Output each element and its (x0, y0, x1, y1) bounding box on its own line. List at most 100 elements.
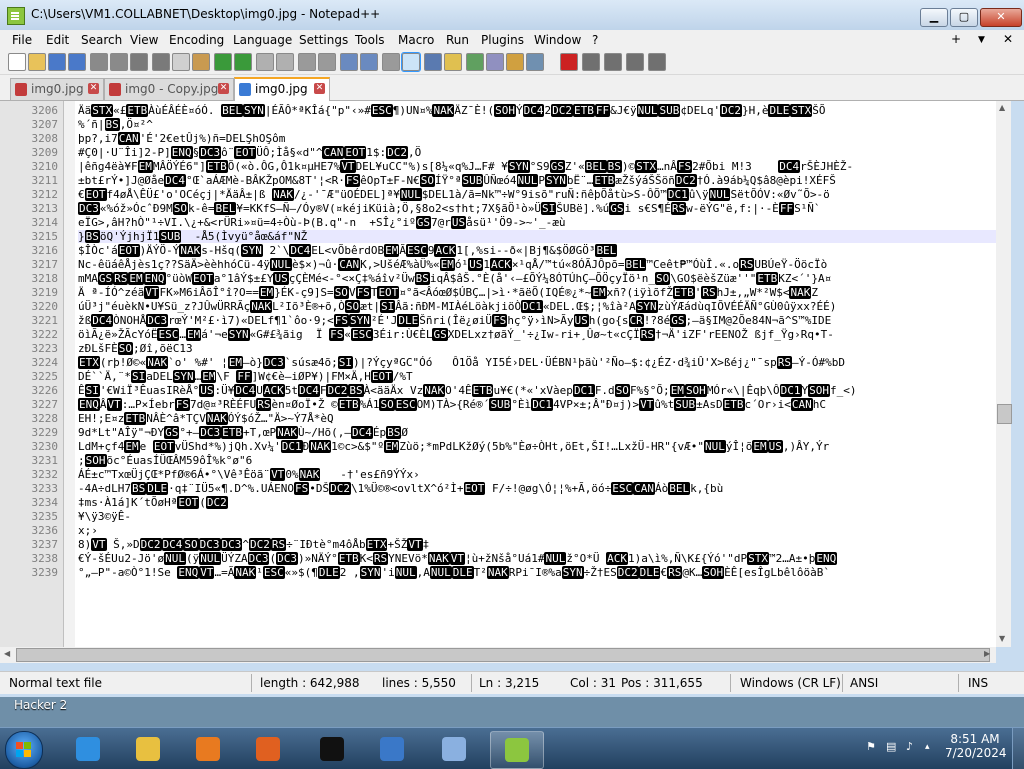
undo-icon[interactable] (214, 53, 232, 71)
code-line[interactable]: mMAGS RS EM ENQ°üòWEOTa°1âÝ$±£YUSçÇÈMé<-°<×… (78, 272, 831, 285)
folder-workspace-icon[interactable] (506, 53, 524, 71)
system-clock[interactable]: 8:51 AM 7/20/2024 (945, 732, 1007, 760)
windows-explorer-taskbar-button[interactable] (122, 731, 174, 767)
play-macro-icon[interactable] (604, 53, 622, 71)
menu-settings[interactable]: Settings (299, 33, 348, 47)
paint-taskbar-button[interactable] (428, 731, 480, 767)
code-line[interactable]: ÁÉ±c™TxœÜjÇŒ*PfØ®6Á•°\Vê³Êöã¨VT0%NAK -†'… (78, 468, 420, 481)
paste-icon[interactable] (192, 53, 210, 71)
menu-edit[interactable]: Edit (46, 33, 69, 47)
word-wrap-icon[interactable] (382, 53, 400, 71)
status-insert-mode[interactable]: INS (968, 676, 988, 690)
code-line[interactable]: LdM+çf4EMe EOTvÜShd*%)jQh.Xv¼'DC1ÐNAK1©c… (78, 440, 829, 453)
code-line[interactable]: ¥\ÿ3©ÿÊ- (78, 510, 131, 523)
menu-tools[interactable]: Tools (355, 33, 385, 47)
scroll-up-icon[interactable]: ▲ (999, 103, 1005, 112)
save-icon[interactable] (48, 53, 66, 71)
tab-img0-active[interactable]: img0.jpg ✕ (234, 77, 330, 101)
code-line[interactable]: #Ç0|·U¨Îi]2-P]ENQ§DC3ô¨EOTÜÔ;Ìå§«d"^CAN E… (78, 146, 421, 159)
open-file-icon[interactable] (28, 53, 46, 71)
play-multiple-icon[interactable] (626, 53, 644, 71)
code-line[interactable]: þp?,i7CAN'É'2€etÛj%)ñ=DELŞhOŞôm (78, 132, 285, 145)
zoom-in-icon[interactable] (298, 53, 316, 71)
menu-language[interactable]: Language (233, 33, 292, 47)
close-all-icon[interactable] (110, 53, 128, 71)
action-center-flag-icon[interactable]: ⚑ (866, 740, 876, 753)
title-bar[interactable]: C:\Users\VM1.COLLABNET\Desktop\img0.jpg … (0, 0, 1024, 30)
udl-icon[interactable] (444, 53, 462, 71)
network-icon[interactable]: ▤ (886, 740, 896, 753)
code-line[interactable]: zÐLšFÈSO;Øî,õëC13 (78, 342, 193, 355)
scroll-down-icon[interactable]: ▼ (999, 634, 1005, 643)
new-tab-plus-button[interactable]: + (951, 32, 961, 46)
code-line[interactable]: ±bt£rÝ•]J@ØåeDC4°Œ`aÁÆMè-BÂKŽpOM&8T'¦<R·… (78, 174, 836, 187)
close-window-button[interactable]: ✕ (980, 8, 1022, 27)
redo-icon[interactable] (234, 53, 252, 71)
new-file-icon[interactable] (8, 53, 26, 71)
code-line[interactable]: }BSöQ'ÝjhjÏ1SUB -Å5(Ìvyü°åœ&áf"NŽ (78, 230, 998, 243)
close-document-button[interactable]: ✕ (1003, 32, 1013, 46)
code-line[interactable]: ;SOHõc°ÉuasÍÜŒÂM59ôÎ%k°ø"6 (78, 454, 252, 467)
menu-encoding[interactable]: Encoding (169, 33, 224, 47)
replace-icon[interactable] (276, 53, 294, 71)
code-line[interactable]: DÉ``Ä,¨*SIaDELSYN…EM\F FF]W¢€è—iØP¥)|FM×… (78, 370, 413, 383)
close-file-icon[interactable] (90, 53, 108, 71)
menu-file[interactable]: File (12, 33, 32, 47)
doc-map-icon[interactable] (466, 53, 484, 71)
show-all-chars-icon[interactable] (401, 52, 421, 72)
code-line[interactable]: Nc-êüáêÅjès1ç??SäÄ>èèhhóCü-4ÿNULè$×)¬û·C… (78, 258, 827, 271)
status-encoding[interactable]: ANSI (850, 676, 878, 690)
code-line[interactable]: -4A÷dLH7BS DLE·q‡¨IÜ5«¶.D^%.UÁENOFS•DŠDC2… (78, 482, 723, 495)
horizontal-scrollbar[interactable]: ◀ ▶ (0, 647, 996, 663)
code-line[interactable]: x;› (78, 524, 98, 537)
code-line[interactable]: ‡ms·À1á]K´tÕøHªEOT(DC2 (78, 496, 228, 509)
remote-desktop-taskbar-button[interactable] (366, 731, 418, 767)
minimize-button[interactable]: ▁ (920, 8, 948, 27)
internet-explorer-taskbar-button[interactable] (62, 731, 114, 767)
menu-view[interactable]: View (130, 33, 158, 47)
scroll-left-icon[interactable]: ◀ (4, 649, 10, 658)
code-line[interactable]: °„—P"-a©Ò°1!Se ENQ VT…=ÃNAK¹ESC«»$(¶DLE2 … (78, 566, 830, 579)
code-line[interactable]: žßDC4ÒNOHÅDC3rœÝ'M²£·ì7)«DELf¶1`ôo·9;<FS… (78, 314, 831, 327)
menu-run[interactable]: Run (446, 33, 469, 47)
start-button[interactable] (5, 731, 43, 769)
language-bar-icon[interactable]: ▴ (925, 742, 930, 752)
code-line[interactable]: ÄäSTX«£ETBÀùÉÂÉÈ¤óÓ. BEL SYN|ÉÃÔ*ªKÎá{"p"… (78, 104, 825, 117)
tab-list-dropdown-button[interactable]: ▼ (978, 35, 985, 45)
save-macro-icon[interactable] (648, 53, 666, 71)
code-line[interactable]: öìÃ¿ë»ŽÃcYóËESC…EMá'¬eSYN«G#£¾ãig Ï FS«E… (78, 328, 834, 341)
stop-record-icon[interactable] (582, 53, 600, 71)
code-line[interactable]: %´ñ|BS,Ö¤²^ (78, 118, 153, 131)
code-line[interactable]: ENQÂVT:…P×ÍebrFS7d@¤³RÈÉFURSèn¤ØoÏ•Ž ©ET… (78, 398, 826, 411)
firefox-taskbar-button[interactable] (242, 731, 294, 767)
record-macro-icon[interactable] (560, 53, 578, 71)
code-line[interactable]: Ä ª-ÍÓ^zéäVTFK»M6iÂõÎ°î?O==EM}ÉK-ç9]S=SO… (78, 286, 818, 299)
code-line[interactable]: ÊSI'€WiÏ³ÊuasIRèÅ°US:Ü¥DC4UACK5tDC4FDC2 B… (78, 384, 857, 397)
code-line[interactable]: EH!;E¤zETBNÂÈ^â*TÇVNAKÓÝ$óŽ…"Ä>~Ý7Å*èQ (78, 412, 334, 425)
code-line[interactable]: eÏG>,âH?hÒ"¹÷VI.\¿+&<rÜRi»¤ü=4÷Òù-Þ(B.q"… (78, 216, 565, 229)
sync-h-icon[interactable] (360, 53, 378, 71)
menu-macro[interactable]: Macro (398, 33, 434, 47)
print-icon[interactable] (130, 53, 148, 71)
code-line[interactable]: $ÎÒc'áEOT)ÄÝÖ-ÝNAKs-Hšq(SYN 2`\DC4EL<vÕb… (78, 244, 618, 257)
code-line[interactable]: |êñg4ëà¥FEMMÂÖÝÉ6"]ETBÕ(«ò.ÔG,Ô1k¤µHE7%V… (78, 160, 853, 173)
function-list-icon[interactable] (486, 53, 504, 71)
code-line[interactable]: 8)VT Š,»DDC2 DC4 SO DC3 DC3^DC2 RS÷¨IÐtè°m4ôÅ… (78, 538, 429, 551)
cut-icon[interactable] (152, 53, 170, 71)
notepadpp-taskbar-button[interactable] (490, 731, 544, 769)
maximize-button[interactable]: ▢ (950, 8, 978, 27)
save-all-icon[interactable] (68, 53, 86, 71)
vertical-scrollbar[interactable]: ▲ ▼ (996, 101, 1012, 647)
find-icon[interactable] (256, 53, 274, 71)
code-line[interactable]: DC3«%óž»ÓcˆÐ9MSOk-ê=BEL¥=KKfS–Ñ–/Óy®V(¤k… (78, 202, 821, 215)
menu-plugins[interactable]: Plugins (481, 33, 524, 47)
code-line[interactable]: 9d*Lt"AÎÿ"¬ÐYGS°+—DC3 ETB+T,œPNAKÙ~/Hõ(,—… (78, 426, 408, 439)
tab-close-icon[interactable]: ✕ (88, 83, 99, 94)
command-prompt-taskbar-button[interactable] (306, 731, 358, 767)
show-desktop-button[interactable] (1012, 728, 1024, 769)
code-line[interactable]: úÜ³j"éuèkN•U¥Sü_z?JÛwÜRRÃçNAKL²Iõ³È®+õ,Ò… (78, 300, 836, 313)
vertical-scroll-thumb[interactable] (997, 404, 1012, 424)
menu-help[interactable]: ? (592, 33, 598, 47)
status-eol[interactable]: Windows (CR LF) (740, 676, 841, 690)
tab-close-icon[interactable]: ✕ (218, 83, 229, 94)
